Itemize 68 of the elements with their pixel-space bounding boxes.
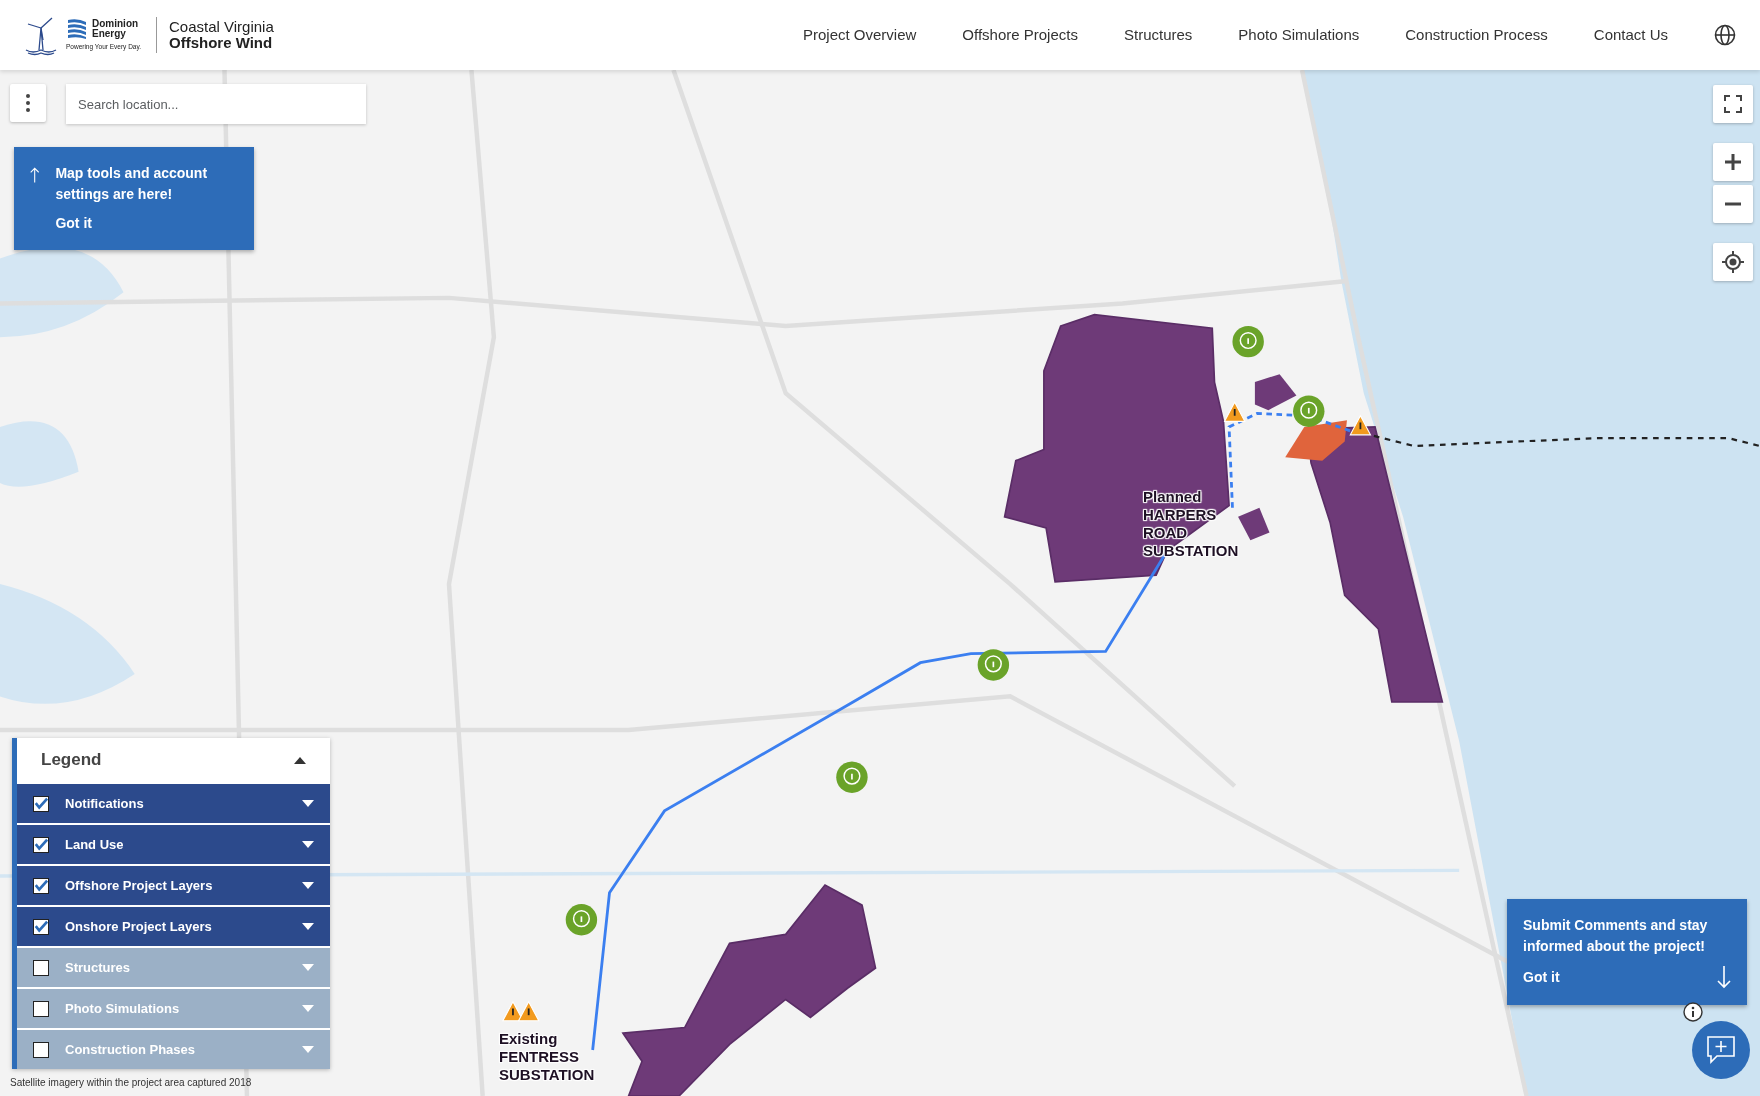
info-icon[interactable] [1683, 1002, 1703, 1022]
map-label: SUBSTATION [499, 1066, 595, 1084]
substation-area[interactable] [1285, 420, 1347, 461]
crosshair-icon [1722, 251, 1744, 273]
legend-layer[interactable]: Offshore Project Layers [17, 866, 330, 905]
info-marker-icon[interactable] [1293, 395, 1325, 427]
warning-icon[interactable] [1349, 414, 1372, 436]
plus-icon [1724, 153, 1742, 171]
caret-icon [302, 882, 314, 889]
map-label: FENTRESS [499, 1048, 580, 1066]
zoom-in-button[interactable] [1713, 143, 1753, 181]
legend-layer[interactable]: Land Use [17, 825, 330, 864]
fullscreen-icon [1724, 95, 1742, 113]
down-arrow-icon [1717, 965, 1731, 989]
locate-button[interactable] [1713, 243, 1753, 281]
info-marker-icon[interactable] [1232, 325, 1264, 358]
checkbox[interactable] [33, 836, 49, 853]
zoom-out-button[interactable] [1713, 185, 1753, 223]
checkbox[interactable] [33, 1041, 49, 1058]
nav-link[interactable]: Project Overview [803, 23, 917, 47]
project-area[interactable] [1254, 374, 1297, 411]
info-marker-icon[interactable] [836, 761, 868, 793]
energy-logo-icon [66, 18, 88, 41]
checkbox[interactable] [33, 918, 49, 935]
tooltip-text: Submit Comments and stay informed about the project! [1523, 916, 1709, 956]
project-area[interactable] [621, 883, 877, 1096]
caret-icon [302, 800, 314, 807]
caret-icon [302, 964, 314, 971]
warning-icon[interactable] [517, 1000, 540, 1022]
globe-icon[interactable] [1714, 24, 1736, 46]
offshore-cable-line[interactable] [1373, 434, 1760, 448]
tooltip-text: Map tools and account settings are here! [55, 164, 209, 204]
project-title: Coastal Virginia [169, 19, 274, 35]
nav-link[interactable]: Offshore Projects [962, 23, 1078, 47]
checkbox[interactable] [33, 795, 49, 812]
legend-header[interactable]: Legend [17, 738, 330, 782]
legend-layer[interactable]: Onshore Project Layers [17, 907, 330, 946]
fullscreen-button[interactable] [1713, 85, 1753, 123]
warning-icon[interactable] [1223, 401, 1246, 422]
company-name: Dominion Energy [92, 19, 140, 40]
legend-layer[interactable]: Notifications [17, 784, 330, 823]
map-label: Existing [499, 1030, 559, 1048]
caret-icon [302, 1046, 314, 1053]
attribution-text: Satellite imagery within the project area captured 2018 [10, 1076, 252, 1090]
project-subtitle: Offshore Wind [169, 35, 273, 51]
caret-icon [302, 1005, 314, 1012]
menu-button[interactable] [10, 84, 46, 122]
comment-plus-icon [1705, 1035, 1737, 1065]
checkbox[interactable] [33, 1000, 49, 1017]
caret-icon [302, 841, 314, 848]
checkbox[interactable] [33, 877, 49, 894]
map-label: ROAD [1143, 524, 1189, 542]
more-vertical-icon [26, 94, 30, 112]
caret-icon [302, 923, 314, 930]
map-label: HARPERS [1143, 506, 1218, 524]
got-it-button[interactable]: Got it [55, 213, 238, 234]
got-it-button[interactable]: Got it [1523, 966, 1560, 988]
search-field[interactable]: Search location... [66, 84, 366, 124]
nav-link[interactable]: Contact Us [1593, 23, 1668, 47]
nav-link[interactable]: Construction Process [1405, 23, 1548, 47]
info-marker-icon[interactable] [977, 649, 1010, 681]
nav-link[interactable]: Structures [1123, 23, 1193, 47]
nav-link[interactable]: Photo Simulations [1238, 23, 1360, 47]
checkbox[interactable] [33, 959, 49, 976]
info-marker-icon[interactable] [565, 904, 598, 936]
minus-icon [1724, 202, 1742, 206]
project-area[interactable] [1238, 507, 1270, 541]
map-label: Planned [1143, 488, 1203, 506]
